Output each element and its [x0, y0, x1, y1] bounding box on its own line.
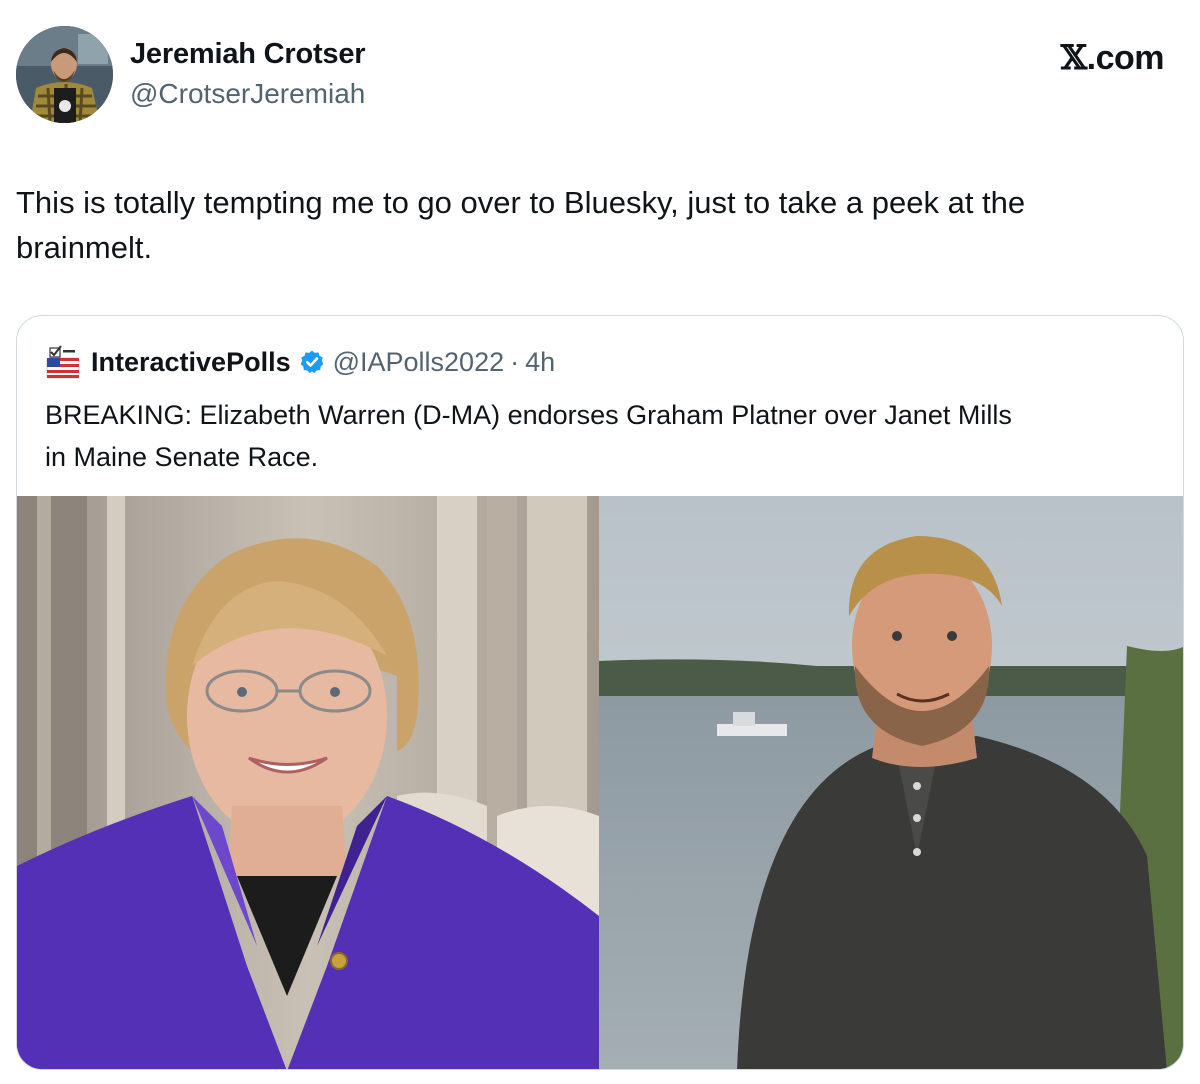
- us-flag-ballot-icon: [46, 345, 80, 379]
- quoted-timestamp[interactable]: 4h: [525, 347, 555, 378]
- quoted-tweet-media[interactable]: [17, 496, 1183, 1069]
- quoted-text-line: in Maine Senate Race.: [45, 442, 319, 472]
- photo-right: [599, 496, 1183, 1069]
- quoted-account-handle[interactable]: @IAPolls2022: [333, 347, 505, 378]
- x-com-logo: 𝕏.com: [1060, 38, 1165, 78]
- quoted-tweet-header: InteractivePolls @IAPolls2022 · 4h: [45, 342, 555, 382]
- quoted-tweet-card[interactable]: InteractivePolls @IAPolls2022 · 4h BREAK…: [16, 315, 1184, 1070]
- photo-left: [17, 496, 599, 1069]
- author-name[interactable]: Jeremiah Crotser: [130, 38, 366, 71]
- author-avatar[interactable]: [16, 26, 113, 123]
- verified-badge-icon: [300, 350, 323, 374]
- author-handle[interactable]: @CrotserJeremiah: [130, 78, 365, 110]
- tweet-text-line: This is totally tempting me to go over t…: [16, 185, 1026, 220]
- tweet-screenshot: Jeremiah Crotser @CrotserJeremiah 𝕏.com …: [0, 0, 1200, 1084]
- quoted-text-line: BREAKING: Elizabeth Warren (D-MA) endors…: [45, 400, 1012, 430]
- separator-dot: ·: [510, 346, 520, 377]
- tweet-text: This is totally tempting me to go over t…: [16, 180, 1176, 270]
- x-logo: 𝕏: [1060, 38, 1087, 78]
- tweet-text-line: brainmelt.: [16, 230, 153, 265]
- quoted-account-name[interactable]: InteractivePolls: [91, 347, 291, 378]
- quoted-tweet-text: BREAKING: Elizabeth Warren (D-MA) endors…: [45, 394, 1155, 478]
- brand-suffix: .com: [1086, 39, 1165, 77]
